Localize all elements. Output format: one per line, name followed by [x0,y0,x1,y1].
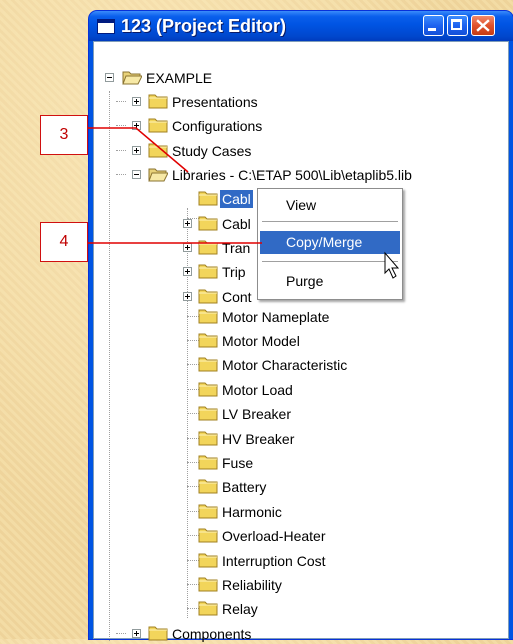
collapse-toggle[interactable] [105,73,114,82]
tree-label: Motor Characteristic [222,357,348,373]
folder-icon [198,528,218,543]
expand-toggle[interactable] [132,146,141,155]
menu-item-copy-merge[interactable]: Copy/Merge [260,231,400,254]
maximize-button[interactable] [447,15,468,36]
tree-label: Components [172,626,252,642]
folder-icon [198,455,218,470]
folder-icon [198,333,218,348]
folder-icon [198,601,218,616]
tree-label: Interruption Cost [222,553,326,569]
folder-icon [198,357,218,372]
folder-icon [198,553,218,568]
tree-label: Presentations [172,94,258,110]
folder-icon [198,309,218,324]
close-icon [476,19,490,32]
folder-icon [198,216,218,231]
tree-label: Motor Model [222,333,300,349]
tree-item-hv-breaker[interactable]: HV Breaker [94,429,394,449]
tree-item-reliability[interactable]: Reliability [94,575,394,595]
tree-item-fuse[interactable]: Fuse [94,453,394,473]
callout-3: 3 [40,115,88,155]
expand-toggle[interactable] [183,219,192,228]
folder-icon [148,94,168,109]
tree-label: Overload-Heater [222,528,326,544]
tree-item-components[interactable]: Components [94,624,494,644]
menu-item-view[interactable]: View [260,194,400,217]
folder-icon [198,577,218,592]
tree-item-study-cases[interactable]: Study Cases [94,141,494,161]
tree-item-presentations[interactable]: Presentations [94,92,494,112]
collapse-toggle[interactable] [132,170,141,179]
folder-icon [198,264,218,279]
tree-label: Trip [222,264,246,280]
folder-icon [148,118,168,133]
tree-label: HV Breaker [222,431,295,447]
folder-icon [198,191,218,206]
tree-item-configurations[interactable]: Configurations [94,116,494,136]
tree-item-libraries[interactable]: Libraries - C:\ETAP 500\Lib\etaplib5.lib [94,165,504,185]
tree-item-motor-load[interactable]: Motor Load [94,380,394,400]
project-tree[interactable]: EXAMPLE Presentations Configurations Stu… [93,41,509,642]
folder-icon [198,406,218,421]
open-folder-icon [148,168,168,182]
tree-item-overload-heater[interactable]: Overload-Heater [94,526,394,546]
project-editor-window: 123 (Project Editor) EXAMPLE Presentatio… [89,11,513,642]
expand-toggle[interactable] [132,97,141,106]
expand-toggle[interactable] [132,629,141,638]
tree-item-harmonic[interactable]: Harmonic [94,502,394,522]
minimize-button[interactable] [423,15,444,36]
folder-icon [198,382,218,397]
expand-toggle[interactable] [183,292,192,301]
tree-label: Cont [222,289,252,305]
tree-label: Battery [222,479,267,495]
expand-toggle[interactable] [132,121,141,130]
tree-item-lv-breaker[interactable]: LV Breaker [94,404,394,424]
tree-label: EXAMPLE [146,70,213,86]
tree-item-motor-model[interactable]: Motor Model [94,331,394,351]
menu-separator [262,221,398,222]
menu-separator [262,261,398,262]
tree-label: LV Breaker [222,406,291,422]
expand-toggle[interactable] [183,243,192,252]
tree-label: Reliability [222,577,282,593]
menu-item-purge[interactable]: Purge [260,270,400,293]
tree-label: Relay [222,601,258,617]
tree-label: Cabl [222,216,251,232]
folder-icon [198,431,218,446]
folder-icon [198,240,218,255]
tree-label: Motor Load [222,382,293,398]
tree-item-battery[interactable]: Battery [94,477,394,497]
tree-item-motor-characteristic[interactable]: Motor Characteristic [94,355,394,375]
tree-label: Harmonic [222,504,282,520]
callout-4: 4 [40,222,88,262]
tree-label: Libraries - C:\ETAP 500\Lib\etaplib5.lib [172,167,412,183]
tree-label: Fuse [222,455,254,471]
tree-item-root[interactable]: EXAMPLE [94,68,494,88]
folder-icon [148,143,168,158]
folder-icon [198,289,218,304]
tree-label: Configurations [172,118,263,134]
expand-toggle[interactable] [183,267,192,276]
folder-icon [198,504,218,519]
open-folder-icon [122,71,142,85]
tree-item-relay[interactable]: Relay [94,599,394,619]
tree-item-interruption-cost[interactable]: Interruption Cost [94,551,394,571]
tree-item-motor-nameplate[interactable]: Motor Nameplate [94,307,394,327]
title-bar[interactable]: 123 (Project Editor) [89,11,513,41]
window-title: 123 (Project Editor) [121,16,287,36]
window-icon [97,19,115,34]
tree-label: Cabl [220,190,253,208]
folder-icon [198,479,218,494]
context-menu: View Copy/Merge Purge [257,188,403,300]
tree-label: Tran [222,240,251,256]
tree-label: Study Cases [172,143,252,159]
close-button[interactable] [471,15,495,36]
tree-label: Motor Nameplate [222,309,330,325]
